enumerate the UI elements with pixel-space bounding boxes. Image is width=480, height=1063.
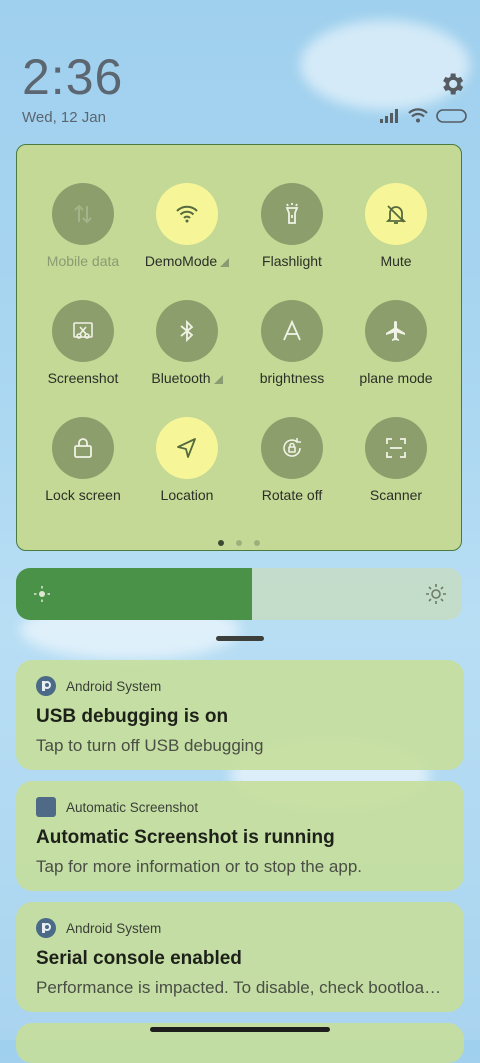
brightness-slider[interactable] [16, 568, 462, 620]
tile-lock-screen[interactable]: Lock screen [31, 417, 135, 503]
tile-label: Bluetooth [135, 370, 239, 386]
lock-icon [52, 417, 114, 479]
android-system-icon [36, 918, 56, 938]
tile-label: Screenshot [47, 370, 119, 386]
brightness-fill [16, 568, 253, 620]
quick-settings-panel: Mobile data DemoMode Flashlight Mute Screens… [16, 144, 462, 551]
notification-app-name: Automatic Screenshot [66, 799, 199, 815]
tile-label: plane mode [359, 370, 433, 386]
expand-indicator-icon [220, 258, 230, 267]
tile-label: Mute [380, 253, 412, 269]
panel-drag-handle[interactable] [216, 636, 264, 641]
sun-large-icon [426, 584, 446, 604]
tile-label: brightness [259, 370, 325, 386]
rotate-lock-icon [261, 417, 323, 479]
tile-rotate-off[interactable]: Rotate off [240, 417, 344, 503]
bell-off-icon [365, 183, 427, 245]
tile-location[interactable]: Location [135, 417, 239, 503]
notification-automatic-screenshot[interactable]: Automatic Screenshot Automatic Screensho… [16, 781, 464, 891]
airplane-icon [365, 300, 427, 362]
page-dot [254, 540, 260, 546]
tile-demomode[interactable]: DemoMode [135, 183, 239, 269]
mobile-data-icon [52, 183, 114, 245]
date: Wed, 12 Jan [22, 109, 106, 126]
expand-indicator-icon [213, 375, 223, 384]
clock: 2:36 [22, 49, 124, 105]
tile-label: Flashlight [262, 253, 322, 269]
notification-title: USB debugging is on [36, 706, 229, 727]
navigation-handle[interactable] [150, 1027, 330, 1032]
notification-title: Automatic Screenshot is running [36, 827, 335, 848]
notification-app-name: Android System [66, 678, 162, 694]
automatic-screenshot-icon [36, 797, 56, 817]
tile-mobile-data[interactable]: Mobile data [31, 183, 135, 269]
wifi-icon [408, 108, 428, 123]
page-indicator [17, 533, 461, 551]
tile-label: Lock screen [45, 487, 121, 503]
tile-label: DemoMode [135, 253, 239, 269]
tile-label: Mobile data [46, 253, 120, 269]
wifi-icon [156, 183, 218, 245]
signal-icon [380, 108, 398, 123]
notification-body: Performance is impacted. To disable, che… [36, 978, 444, 997]
scanner-icon [365, 417, 427, 479]
tile-label: Rotate off [261, 487, 323, 503]
bluetooth-icon [156, 300, 218, 362]
battery-icon [436, 108, 467, 123]
notification-body: Tap for more information or to stop the … [36, 857, 363, 876]
screenshot-icon [52, 300, 114, 362]
tile-scanner[interactable]: Scanner [344, 417, 448, 503]
notification-usb-debugging[interactable]: Android System USB debugging is on Tap t… [16, 660, 464, 770]
tile-brightness[interactable]: brightness [240, 300, 344, 386]
status-icons [380, 108, 468, 123]
tile-label: Scanner [369, 487, 423, 503]
notification-app-name: Android System [66, 920, 162, 936]
tile-bluetooth[interactable]: Bluetooth [135, 300, 239, 386]
page-dot [218, 540, 224, 546]
sun-small-icon [34, 586, 50, 602]
tile-flashlight[interactable]: Flashlight [240, 183, 344, 269]
page-dot [236, 540, 242, 546]
tile-screenshot[interactable]: Screenshot [31, 300, 135, 386]
tile-plane-mode[interactable]: plane mode [344, 300, 448, 386]
gear-icon[interactable] [438, 70, 466, 98]
flashlight-icon [261, 183, 323, 245]
android-system-icon [36, 676, 56, 696]
tile-mute[interactable]: Mute [344, 183, 448, 269]
notification-serial-console[interactable]: Android System Serial console enabled Pe… [16, 902, 464, 1012]
auto-brightness-icon [261, 300, 323, 362]
notification-body: Tap to turn off USB debugging [36, 736, 264, 755]
location-icon [156, 417, 218, 479]
notification-title: Serial console enabled [36, 948, 242, 969]
tile-label: Location [160, 487, 214, 503]
